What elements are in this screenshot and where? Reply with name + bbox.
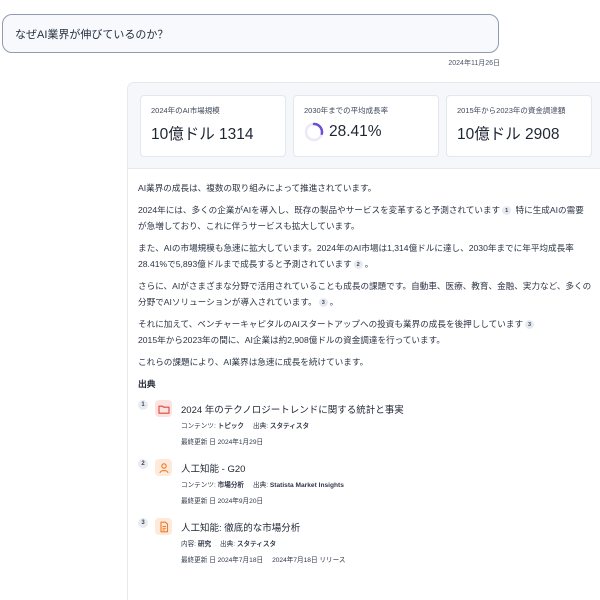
stat-label: 2015年から2023年の資金調達額 bbox=[457, 106, 566, 115]
source-title[interactable]: 人工知能 - G20 bbox=[181, 461, 245, 475]
answer-paragraph: さらに、AIがさまざまな分野で活用されていることも成長の課題です。自動車、医療、… bbox=[138, 281, 592, 308]
answer-body: AI業界の成長は、複数の取り組みによって推進されています。 2024年には、多く… bbox=[128, 169, 600, 577]
stat-card-funding: 2015年から2023年の資金調達額 10億ドル 2908 bbox=[446, 95, 592, 157]
source-title[interactable]: 2024 年のテクノロジートレンドに関する統計と事実 bbox=[181, 402, 404, 416]
citation-badge[interactable]: 1 bbox=[502, 206, 512, 216]
source-number: 2 bbox=[138, 459, 148, 469]
answer-paragraph: AI業界の成長は、複数の取り組みによって推進されています。 bbox=[138, 183, 377, 193]
answer-paragraph: それに加えて、ベンチャーキャピタルのAIスタートアップへの投資も業界の成長を後押… bbox=[138, 316, 592, 348]
answer-panel: 2024年のAI市場規模 10億ドル 1314 2030年までの平均成長率 28… bbox=[127, 82, 600, 600]
source-number: 1 bbox=[138, 400, 148, 410]
answer-paragraph: また、AIの市場規模も急速に拡大しています。2024年のAI市場は1,314億ド… bbox=[138, 243, 574, 270]
stat-value: 10億ドル 2908 bbox=[457, 126, 560, 143]
citation-badge[interactable]: 3 bbox=[525, 320, 535, 330]
source-item[interactable]: 2 人工知能 - G20 コンテンツ: 市場分析 出典: Statista Mar… bbox=[138, 459, 592, 518]
citation-badge[interactable]: 2 bbox=[353, 260, 363, 270]
source-meta: コンテンツ: 市場分析 出典: Statista Market Insights bbox=[181, 482, 344, 489]
person-icon bbox=[155, 459, 172, 476]
source-updated: 最終更新 日 2024年9月20日 bbox=[181, 498, 264, 505]
source-item[interactable]: 3 人工知能: 徹底的な市場分析 内容: 研究 出典: スタティスタ 最終更新 日… bbox=[138, 518, 592, 577]
source-title[interactable]: 人工知能: 徹底的な市場分析 bbox=[181, 520, 300, 534]
folder-icon bbox=[155, 400, 172, 417]
question-bubble: なぜAI業界が伸びているのか？ bbox=[2, 14, 499, 53]
stats-row: 2024年のAI市場規模 10億ドル 1314 2030年までの平均成長率 28… bbox=[128, 83, 600, 169]
stat-label: 2024年のAI市場規模 bbox=[151, 106, 220, 115]
message-date: 2024年11月26日 bbox=[448, 60, 500, 67]
sources-heading: 出典 bbox=[138, 379, 156, 389]
stat-card-growth-rate: 2030年までの平均成長率 28.41% bbox=[293, 95, 439, 157]
progress-ring-icon bbox=[304, 122, 324, 142]
source-number: 3 bbox=[138, 518, 148, 528]
source-updated: 最終更新 日 2024年7月18日 2024年7月18日 リリース bbox=[181, 557, 346, 564]
document-icon bbox=[155, 518, 172, 535]
stat-card-market-size: 2024年のAI市場規模 10億ドル 1314 bbox=[140, 95, 286, 157]
source-meta: 内容: 研究 出典: スタティスタ bbox=[181, 541, 277, 548]
answer-paragraph: 2024年には、多くの企業がAIを導入し、既存の製品やサービスを変革すると予測さ… bbox=[138, 205, 584, 231]
stat-value: 28.41% bbox=[329, 123, 382, 140]
stat-value: 10億ドル 1314 bbox=[151, 126, 254, 143]
answer-paragraph: これらの課題により、AI業界は急速に成長を続けています。 bbox=[138, 357, 369, 367]
source-updated: 最終更新 日 2024年1月29日 bbox=[181, 439, 264, 446]
source-meta: コンテンツ: トピック 出典: スタティスタ bbox=[181, 423, 310, 430]
source-item[interactable]: 1 2024 年のテクノロジートレンドに関する統計と事実 コンテンツ: トピック… bbox=[138, 400, 592, 459]
citation-badge[interactable]: 3 bbox=[318, 298, 328, 308]
question-text: なぜAI業界が伸びているのか？ bbox=[15, 28, 169, 41]
stat-label: 2030年までの平均成長率 bbox=[304, 106, 389, 115]
